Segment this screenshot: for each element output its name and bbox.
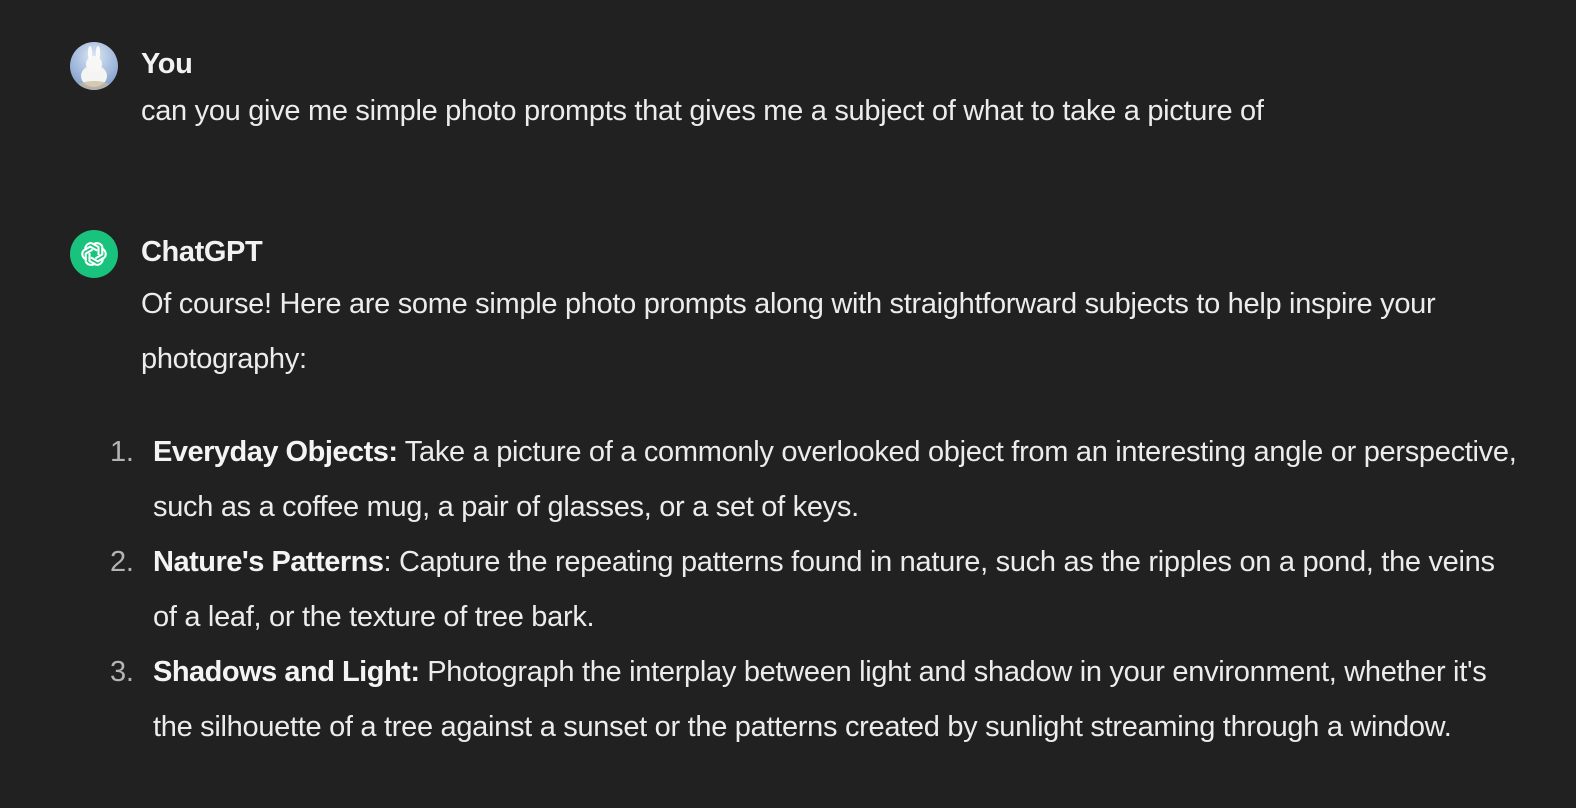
list-item-number: 3. (110, 656, 134, 688)
openai-logo-icon (81, 241, 107, 267)
list-item-title: Everyday Objects: (153, 436, 398, 468)
list-item: 2. Nature's Patterns: Capture the repeati… (110, 535, 1520, 645)
list-item: 1. Everyday Objects: Take a picture of a … (110, 425, 1520, 535)
user-avatar-image (78, 46, 110, 90)
user-author-name: You (141, 48, 193, 80)
list-item-title: Shadows and Light: (153, 656, 420, 688)
assistant-author-name: ChatGPT (141, 236, 263, 268)
list-item-number: 2. (110, 546, 134, 578)
list-item: 3. Shadows and Light: Photograph the inte… (110, 645, 1520, 755)
list-item-title: Nature's Patterns (153, 546, 384, 578)
user-message-text: can you give me simple photo prompts tha… (141, 95, 1264, 127)
list-item-number: 1. (110, 436, 134, 468)
assistant-intro-text: Of course! Here are some simple photo pr… (141, 288, 1436, 375)
user-avatar[interactable] (70, 42, 118, 90)
chatgpt-avatar (70, 230, 118, 278)
prompt-list: 1. Everyday Objects: Take a picture of a … (110, 425, 1520, 755)
